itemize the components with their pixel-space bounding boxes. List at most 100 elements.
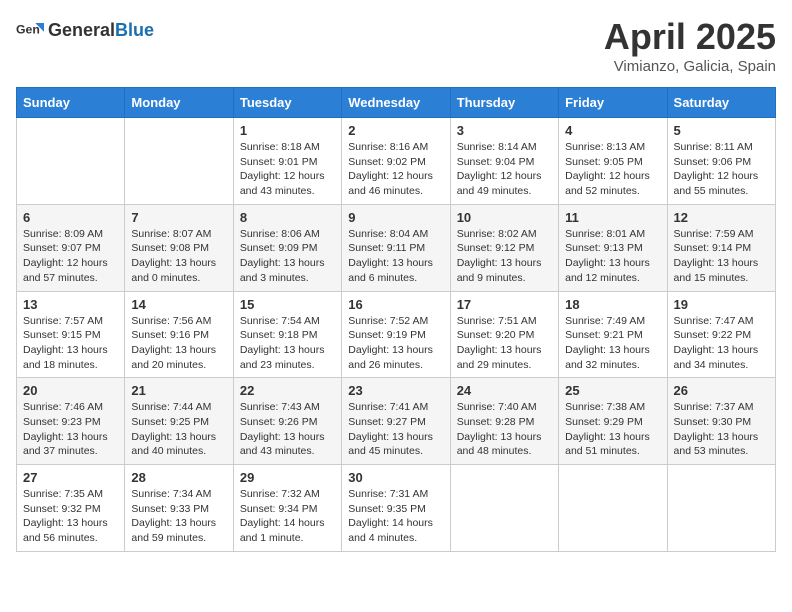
day-info: Sunrise: 8:02 AMSunset: 9:12 PMDaylight:… (457, 227, 552, 286)
calendar-cell: 2 Sunrise: 8:16 AMSunset: 9:02 PMDaylight… (342, 118, 450, 205)
calendar-cell (125, 118, 233, 205)
day-number: 12 (674, 210, 769, 225)
calendar-cell: 7 Sunrise: 8:07 AMSunset: 9:08 PMDaylight… (125, 204, 233, 291)
day-info: Sunrise: 7:46 AMSunset: 9:23 PMDaylight:… (23, 400, 118, 459)
day-info: Sunrise: 8:16 AMSunset: 9:02 PMDaylight:… (348, 140, 443, 199)
calendar-cell: 24 Sunrise: 7:40 AMSunset: 9:28 PMDayligh… (450, 378, 558, 465)
subtitle: Vimianzo, Galicia, Spain (604, 58, 776, 75)
day-header-saturday: Saturday (667, 88, 775, 118)
header: Gen GeneralBlue April 2025 Vimianzo, Gal… (16, 16, 776, 75)
day-info: Sunrise: 7:52 AMSunset: 9:19 PMDaylight:… (348, 314, 443, 373)
day-header-thursday: Thursday (450, 88, 558, 118)
day-info: Sunrise: 7:54 AMSunset: 9:18 PMDaylight:… (240, 314, 335, 373)
day-number: 8 (240, 210, 335, 225)
calendar-cell: 27Sunrise: 7:35 AMSunset: 9:32 PMDayligh… (17, 465, 125, 552)
day-number: 21 (131, 383, 226, 398)
day-number: 24 (457, 383, 552, 398)
day-info: Sunrise: 7:51 AMSunset: 9:20 PMDaylight:… (457, 314, 552, 373)
day-info: Sunrise: 7:47 AMSunset: 9:22 PMDaylight:… (674, 314, 769, 373)
calendar-cell: 3 Sunrise: 8:14 AMSunset: 9:04 PMDaylight… (450, 118, 558, 205)
day-info: Sunrise: 7:37 AMSunset: 9:30 PMDaylight:… (674, 400, 769, 459)
logo-blue: Blue (115, 20, 154, 40)
day-info: Sunrise: 8:13 AMSunset: 9:05 PMDaylight:… (565, 140, 660, 199)
calendar-cell: 10 Sunrise: 8:02 AMSunset: 9:12 PMDayligh… (450, 204, 558, 291)
calendar-cell: 4 Sunrise: 8:13 AMSunset: 9:05 PMDaylight… (559, 118, 667, 205)
day-number: 2 (348, 123, 443, 138)
day-info: Sunrise: 8:01 AMSunset: 9:13 PMDaylight:… (565, 227, 660, 286)
day-number: 27 (23, 470, 118, 485)
day-header-tuesday: Tuesday (233, 88, 341, 118)
calendar-cell: 20 Sunrise: 7:46 AMSunset: 9:23 PMDayligh… (17, 378, 125, 465)
calendar-cell: 11 Sunrise: 8:01 AMSunset: 9:13 PMDayligh… (559, 204, 667, 291)
logo-text: GeneralBlue (48, 20, 154, 41)
day-info: Sunrise: 7:57 AMSunset: 9:15 PMDaylight:… (23, 314, 118, 373)
day-number: 4 (565, 123, 660, 138)
day-number: 10 (457, 210, 552, 225)
logo-general: General (48, 20, 115, 40)
calendar-cell: 9 Sunrise: 8:04 AMSunset: 9:11 PMDaylight… (342, 204, 450, 291)
title-area: April 2025 Vimianzo, Galicia, Spain (604, 16, 776, 75)
day-number: 17 (457, 297, 552, 312)
main-title: April 2025 (604, 16, 776, 58)
day-info: Sunrise: 7:38 AMSunset: 9:29 PMDaylight:… (565, 400, 660, 459)
calendar-cell: 12 Sunrise: 7:59 AMSunset: 9:14 PMDayligh… (667, 204, 775, 291)
day-number: 20 (23, 383, 118, 398)
day-info: Sunrise: 8:04 AMSunset: 9:11 PMDaylight:… (348, 227, 443, 286)
day-info: Sunrise: 7:59 AMSunset: 9:14 PMDaylight:… (674, 227, 769, 286)
day-number: 15 (240, 297, 335, 312)
day-number: 18 (565, 297, 660, 312)
day-number: 6 (23, 210, 118, 225)
calendar-cell: 23 Sunrise: 7:41 AMSunset: 9:27 PMDayligh… (342, 378, 450, 465)
day-info: Sunrise: 8:14 AMSunset: 9:04 PMDaylight:… (457, 140, 552, 199)
day-number: 3 (457, 123, 552, 138)
calendar-cell: 8 Sunrise: 8:06 AMSunset: 9:09 PMDaylight… (233, 204, 341, 291)
calendar-cell: 25 Sunrise: 7:38 AMSunset: 9:29 PMDayligh… (559, 378, 667, 465)
calendar-cell: 13 Sunrise: 7:57 AMSunset: 9:15 PMDayligh… (17, 291, 125, 378)
day-number: 9 (348, 210, 443, 225)
calendar-cell: 14Sunrise: 7:56 AMSunset: 9:16 PMDayligh… (125, 291, 233, 378)
day-header-friday: Friday (559, 88, 667, 118)
logo: Gen GeneralBlue (16, 16, 154, 44)
day-info: Sunrise: 7:32 AMSunset: 9:34 PMDaylight:… (240, 487, 335, 546)
calendar-cell: 16 Sunrise: 7:52 AMSunset: 9:19 PMDayligh… (342, 291, 450, 378)
day-number: 25 (565, 383, 660, 398)
day-number: 16 (348, 297, 443, 312)
day-number: 13 (23, 297, 118, 312)
calendar-cell: 29Sunrise: 7:32 AMSunset: 9:34 PMDayligh… (233, 465, 341, 552)
day-number: 19 (674, 297, 769, 312)
day-info: Sunrise: 7:49 AMSunset: 9:21 PMDaylight:… (565, 314, 660, 373)
calendar-cell: 5 Sunrise: 8:11 AMSunset: 9:06 PMDaylight… (667, 118, 775, 205)
day-number: 11 (565, 210, 660, 225)
day-info: Sunrise: 7:56 AMSunset: 9:16 PMDaylight:… (131, 314, 226, 373)
calendar-cell: 15 Sunrise: 7:54 AMSunset: 9:18 PMDayligh… (233, 291, 341, 378)
day-info: Sunrise: 7:43 AMSunset: 9:26 PMDaylight:… (240, 400, 335, 459)
day-header-monday: Monday (125, 88, 233, 118)
day-info: Sunrise: 7:31 AMSunset: 9:35 PMDaylight:… (348, 487, 443, 546)
day-info: Sunrise: 8:09 AMSunset: 9:07 PMDaylight:… (23, 227, 118, 286)
day-number: 23 (348, 383, 443, 398)
logo-icon: Gen (16, 16, 44, 44)
calendar-cell (17, 118, 125, 205)
day-info: Sunrise: 8:07 AMSunset: 9:08 PMDaylight:… (131, 227, 226, 286)
day-info: Sunrise: 7:34 AMSunset: 9:33 PMDaylight:… (131, 487, 226, 546)
day-info: Sunrise: 8:18 AMSunset: 9:01 PMDaylight:… (240, 140, 335, 199)
calendar-cell: 22 Sunrise: 7:43 AMSunset: 9:26 PMDayligh… (233, 378, 341, 465)
day-number: 22 (240, 383, 335, 398)
day-info: Sunrise: 8:06 AMSunset: 9:09 PMDaylight:… (240, 227, 335, 286)
calendar-cell: 18 Sunrise: 7:49 AMSunset: 9:21 PMDayligh… (559, 291, 667, 378)
day-info: Sunrise: 8:11 AMSunset: 9:06 PMDaylight:… (674, 140, 769, 199)
calendar-cell (559, 465, 667, 552)
day-info: Sunrise: 7:41 AMSunset: 9:27 PMDaylight:… (348, 400, 443, 459)
calendar-cell: 28Sunrise: 7:34 AMSunset: 9:33 PMDayligh… (125, 465, 233, 552)
day-header-wednesday: Wednesday (342, 88, 450, 118)
calendar-cell: 30Sunrise: 7:31 AMSunset: 9:35 PMDayligh… (342, 465, 450, 552)
calendar-cell: 6 Sunrise: 8:09 AMSunset: 9:07 PMDaylight… (17, 204, 125, 291)
day-info: Sunrise: 7:44 AMSunset: 9:25 PMDaylight:… (131, 400, 226, 459)
day-info: Sunrise: 7:40 AMSunset: 9:28 PMDaylight:… (457, 400, 552, 459)
day-number: 5 (674, 123, 769, 138)
day-number: 7 (131, 210, 226, 225)
calendar-cell: 1Sunrise: 8:18 AMSunset: 9:01 PMDaylight… (233, 118, 341, 205)
day-number: 26 (674, 383, 769, 398)
calendar: SundayMondayTuesdayWednesdayThursdayFrid… (16, 87, 776, 552)
calendar-cell (667, 465, 775, 552)
